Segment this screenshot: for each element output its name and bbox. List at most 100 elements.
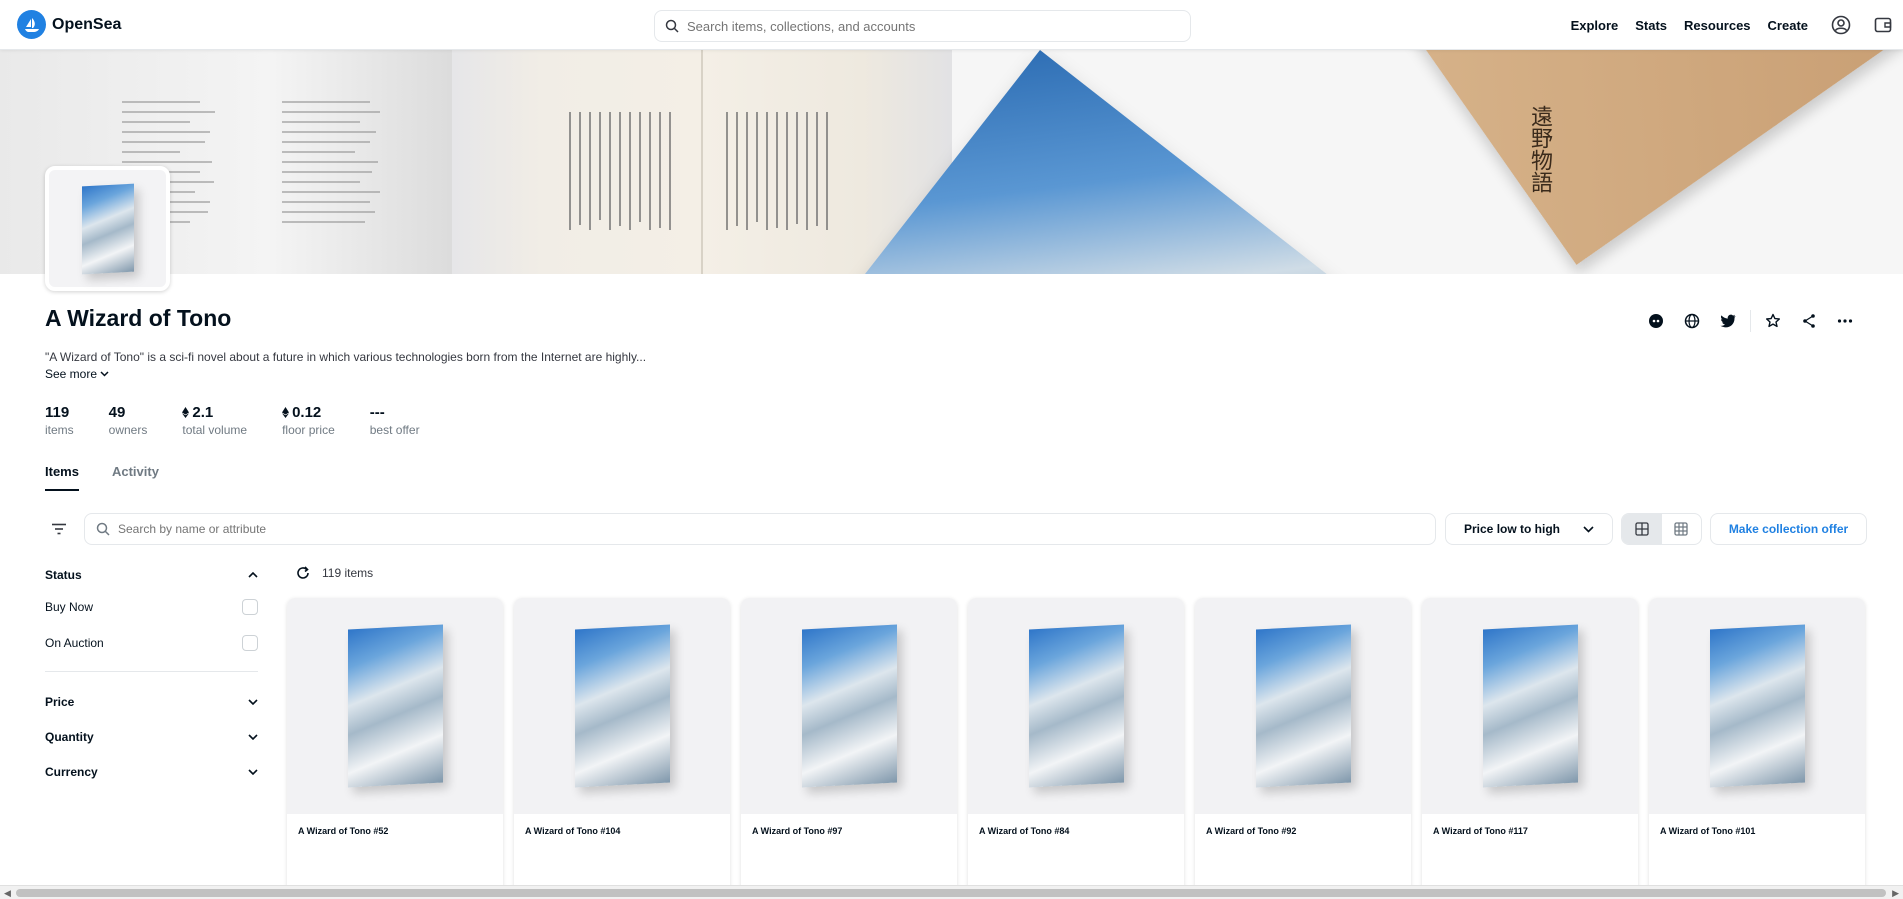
stat-owners: 49 owners (109, 404, 148, 437)
tab-items[interactable]: Items (45, 464, 79, 491)
stat-floor-price: 0.12 floor price (282, 404, 335, 437)
items-count: 119 items (322, 566, 374, 580)
scroll-right-arrow-icon[interactable]: ▶ (1892, 888, 1899, 899)
collection-banner: 遠野物語 (0, 50, 1903, 274)
large-grid-icon (1635, 522, 1649, 536)
chevron-up-icon (248, 572, 258, 578)
item-image (968, 598, 1184, 814)
refresh-icon[interactable] (296, 566, 310, 580)
filter-section-title: Price (45, 694, 75, 709)
nav-link-resources[interactable]: Resources (1684, 18, 1750, 33)
nav-link-create[interactable]: Create (1768, 18, 1808, 33)
account-icon[interactable] (1831, 15, 1851, 35)
item-image (1422, 598, 1638, 814)
item-search-input[interactable] (118, 522, 1418, 536)
view-toggle (1621, 513, 1702, 545)
item-card[interactable]: A Wizard of Tono #104 (514, 598, 730, 898)
tab-activity[interactable]: Activity (112, 464, 159, 491)
stat-label: items (45, 423, 74, 437)
nav-link-explore[interactable]: Explore (1571, 18, 1619, 33)
chevron-down-icon (100, 371, 109, 377)
wallet-icon[interactable] (1873, 15, 1893, 35)
collection-title: A Wizard of Tono (45, 305, 232, 331)
opensea-logo-icon (17, 10, 46, 39)
actions-divider (1750, 310, 1751, 332)
global-search-input[interactable] (687, 18, 1167, 34)
filter-quantity-header[interactable]: Quantity (45, 719, 258, 754)
globe-icon[interactable] (1674, 311, 1710, 331)
stat-label: floor price (282, 423, 335, 437)
item-card[interactable]: A Wizard of Tono #84 (968, 598, 1184, 898)
buy-now-checkbox[interactable] (242, 599, 258, 615)
make-collection-offer-button[interactable]: Make collection offer (1710, 513, 1867, 545)
star-icon[interactable] (1755, 311, 1791, 331)
item-card[interactable]: A Wizard of Tono #52 (287, 598, 503, 898)
chevron-down-icon (248, 733, 258, 740)
filter-icon (52, 523, 66, 535)
item-card[interactable]: A Wizard of Tono #101 (1649, 598, 1865, 898)
brand-name: OpenSea (52, 15, 122, 33)
large-grid-view-button[interactable] (1622, 514, 1662, 544)
sort-select[interactable]: Price low to high (1445, 513, 1613, 545)
filter-buy-now: Buy Now (45, 589, 258, 625)
item-card[interactable]: A Wizard of Tono #92 (1195, 598, 1411, 898)
stat-value: 0.12 (292, 404, 322, 421)
avatar-book-image (81, 183, 134, 274)
global-search[interactable] (654, 10, 1191, 42)
stat-label: best offer (369, 423, 420, 437)
stat-value: 49 (108, 404, 126, 421)
collection-actions (1638, 310, 1863, 332)
item-name: A Wizard of Tono #101 (1660, 826, 1756, 836)
see-more-label: See more (45, 367, 98, 381)
filter-sidebar: Status Buy Now On Auction Price Quantity… (45, 561, 258, 789)
eth-icon (282, 407, 290, 418)
filter-on-auction: On Auction (45, 625, 258, 661)
item-name: A Wizard of Tono #52 (298, 826, 389, 836)
collection-description: "A Wizard of Tono" is a sci-fi novel abo… (45, 350, 647, 364)
banner-kanji-title: 遠野物語 (1527, 105, 1552, 193)
stat-label: total volume (182, 423, 248, 437)
discord-icon[interactable] (1638, 311, 1674, 331)
collection-stats: 119 items 49 owners 2.1 total volume 0.1… (45, 404, 420, 437)
stat-best-offer: --- best offer (370, 404, 420, 437)
stat-value: 119 (45, 404, 70, 421)
scrollbar-thumb[interactable] (16, 889, 1886, 897)
filter-currency-header[interactable]: Currency (45, 754, 258, 789)
stat-items: 119 items (45, 404, 74, 437)
horizontal-scrollbar[interactable]: ◀ ▶ (0, 885, 1903, 899)
small-grid-view-button[interactable] (1662, 514, 1702, 544)
see-more-link[interactable]: See more (45, 367, 109, 381)
eth-icon (182, 407, 190, 418)
nav-link-stats[interactable]: Stats (1635, 18, 1667, 33)
item-image (514, 598, 730, 814)
item-card[interactable]: A Wizard of Tono #97 (741, 598, 957, 898)
chevron-down-icon (248, 698, 258, 705)
filter-price-header[interactable]: Price (45, 684, 258, 719)
filter-section-title: Currency (45, 764, 98, 779)
small-grid-icon (1674, 522, 1688, 536)
twitter-icon[interactable] (1710, 311, 1746, 331)
filter-status-header[interactable]: Status (45, 561, 258, 589)
filter-section-title: Quantity (45, 729, 94, 744)
search-icon (96, 522, 110, 536)
more-icon[interactable] (1827, 311, 1863, 331)
scroll-left-arrow-icon[interactable]: ◀ (4, 888, 11, 899)
filter-toggle-button[interactable] (47, 517, 71, 541)
item-image (741, 598, 957, 814)
filter-status-title: Status (45, 568, 82, 582)
filter-option-label: Buy Now (45, 600, 94, 614)
banner-page-right (452, 50, 952, 274)
brand[interactable]: OpenSea (17, 10, 121, 39)
stat-total-volume: 2.1 total volume (182, 404, 247, 437)
stat-label: owners (108, 423, 148, 437)
on-auction-checkbox[interactable] (242, 635, 258, 651)
item-name: A Wizard of Tono #104 (525, 826, 621, 836)
chevron-down-icon (248, 768, 258, 775)
stat-value: 2.1 (192, 404, 214, 421)
share-icon[interactable] (1791, 311, 1827, 331)
item-image (1649, 598, 1865, 814)
collection-tabs: Items Activity (45, 464, 159, 491)
item-search[interactable] (84, 513, 1436, 545)
item-name: A Wizard of Tono #117 (1433, 826, 1528, 836)
item-card[interactable]: A Wizard of Tono #117 (1422, 598, 1638, 898)
